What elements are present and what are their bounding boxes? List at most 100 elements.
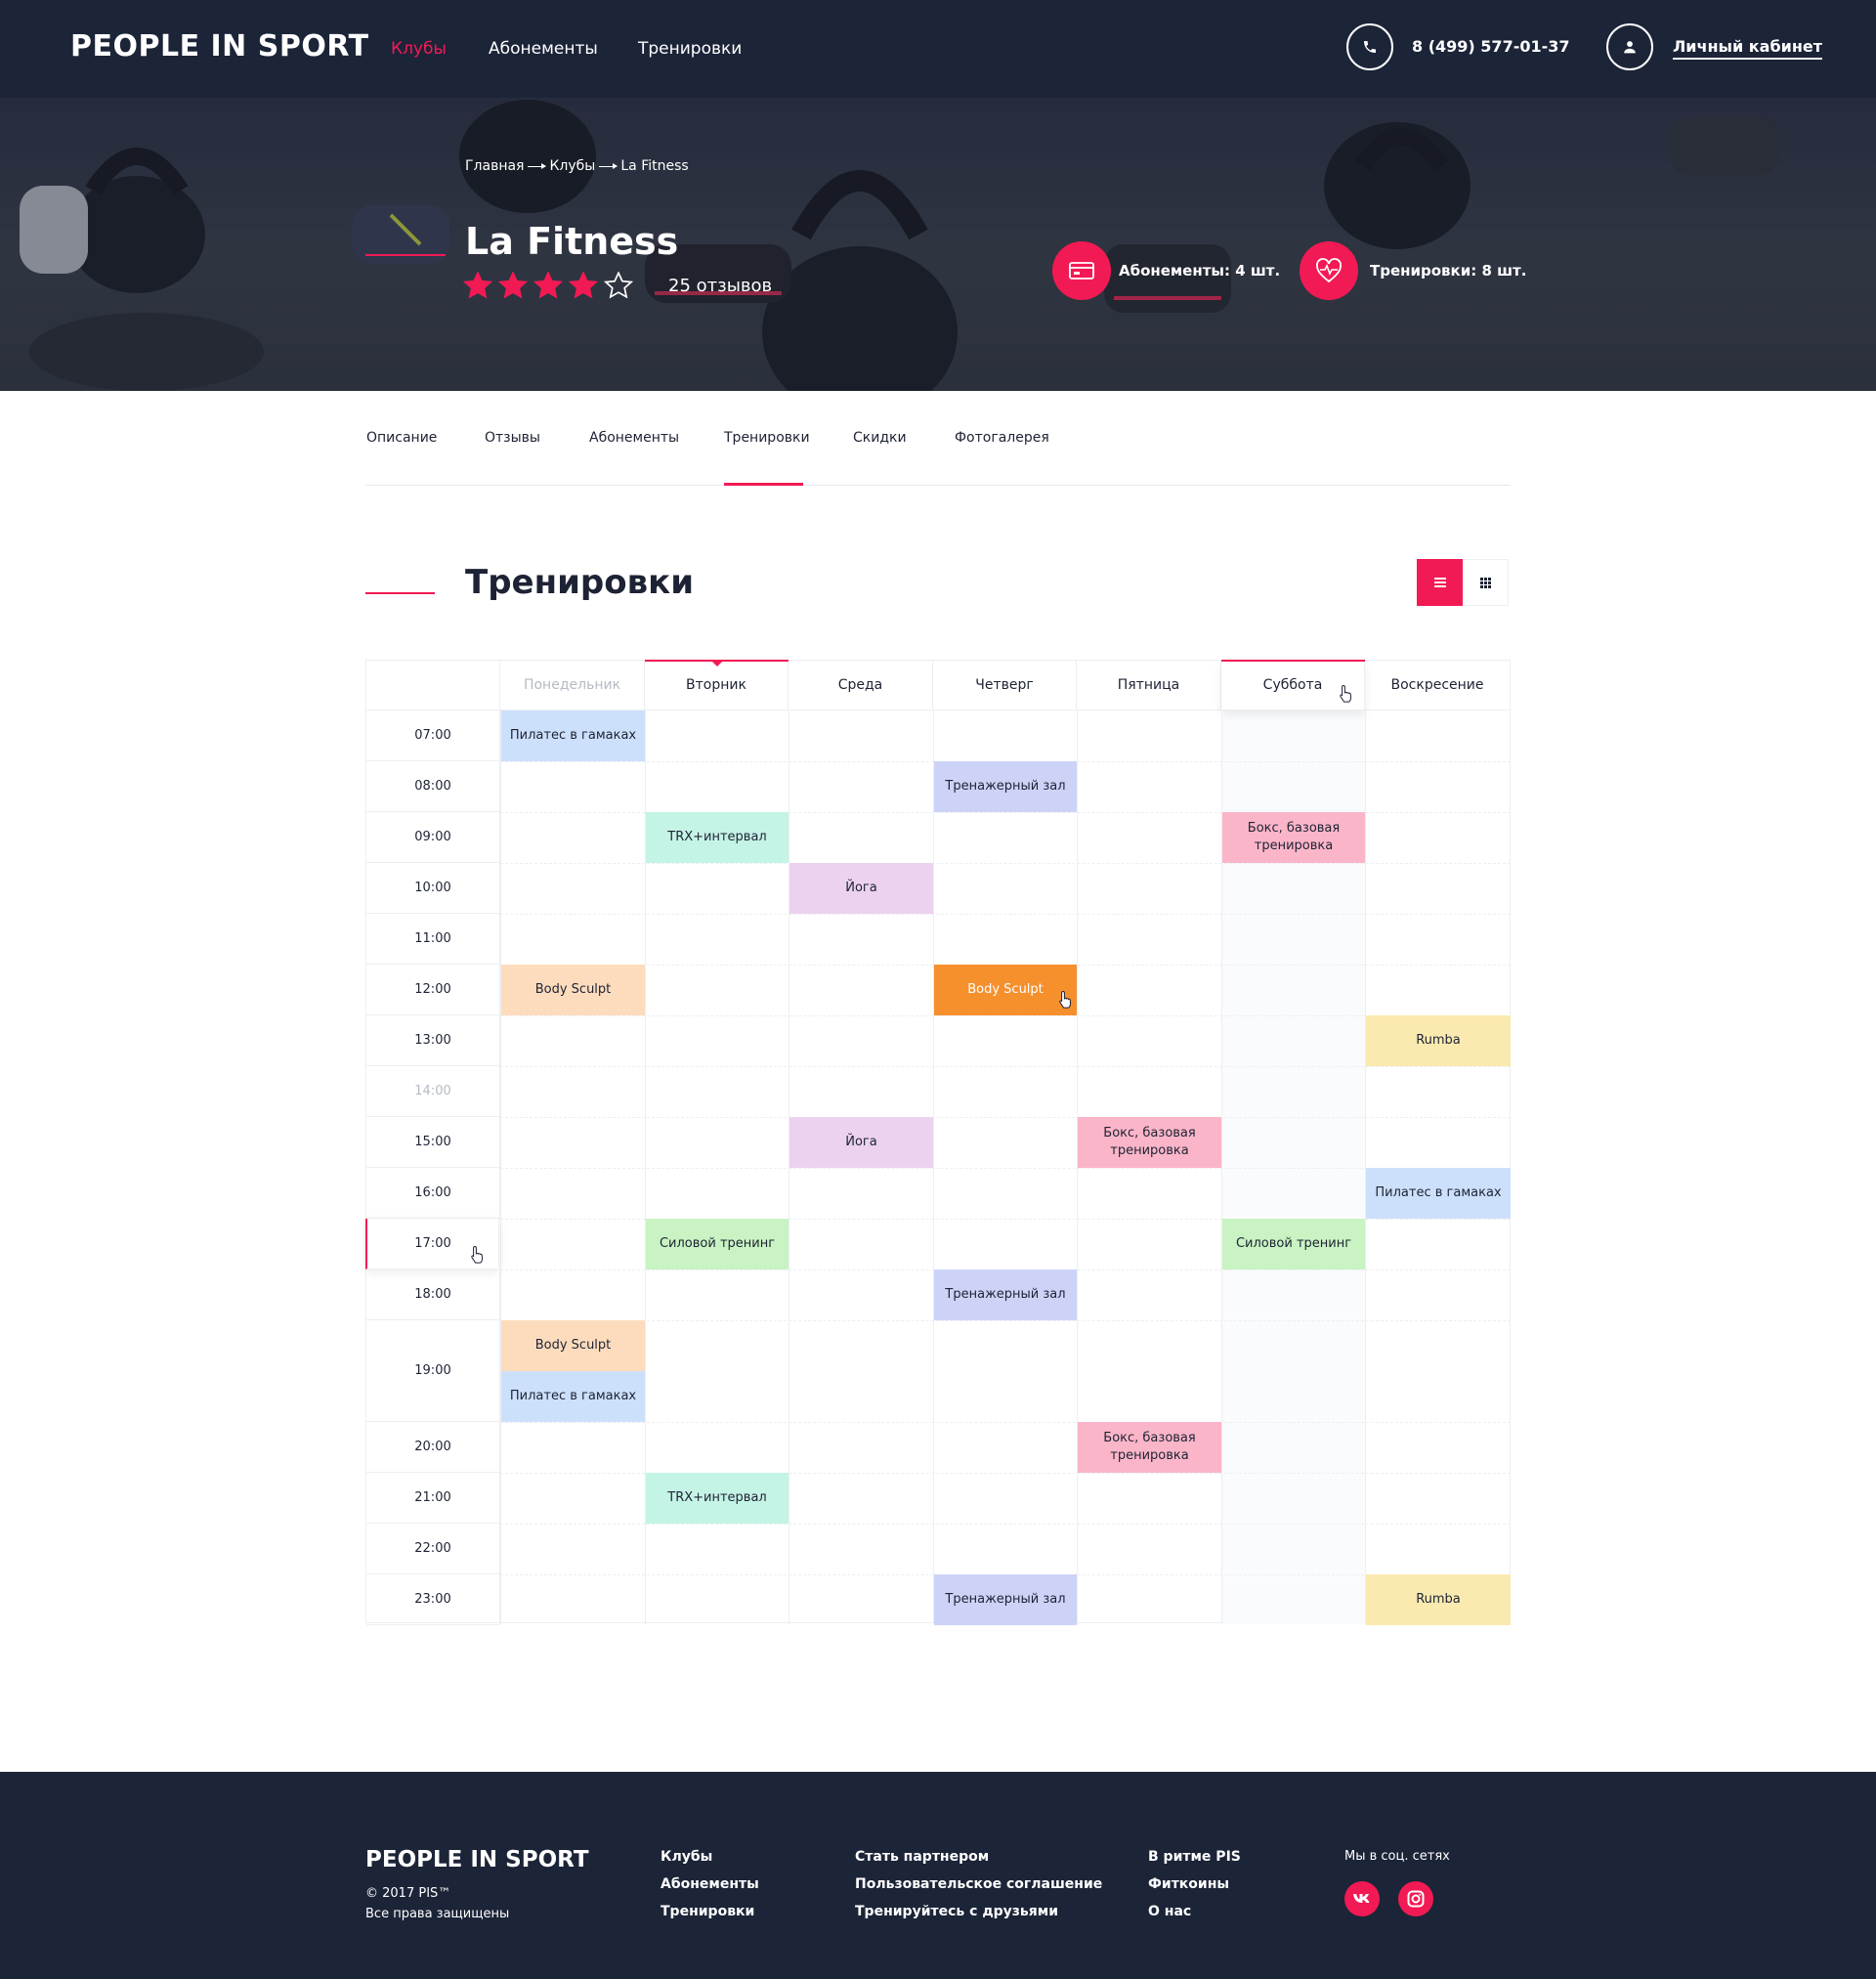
- star-filled-icon: [533, 272, 563, 299]
- time-slot[interactable]: 23:00: [366, 1574, 500, 1625]
- training-event[interactable]: Бокс, базовая тренировка: [1222, 812, 1365, 863]
- breadcrumb-current: La Fitness: [620, 158, 689, 174]
- tab-subscriptions[interactable]: Абонементы: [589, 430, 679, 446]
- grid-view-button[interactable]: [1463, 559, 1509, 606]
- training-event[interactable]: Йога: [789, 1117, 933, 1168]
- hand-cursor-icon: [471, 1245, 484, 1264]
- time-slot[interactable]: 08:00: [366, 761, 500, 812]
- hover-day-indicator: [1221, 660, 1365, 662]
- footer-link-clubs[interactable]: Клубы: [661, 1849, 712, 1865]
- day-header[interactable]: Понедельник: [500, 661, 645, 710]
- heart-pulse-icon: [1300, 241, 1358, 300]
- time-slot[interactable]: 21:00: [366, 1473, 500, 1524]
- nav-trainings[interactable]: Тренировки: [638, 39, 742, 59]
- breadcrumb-clubs[interactable]: Клубы: [549, 158, 595, 174]
- footer-link-trainings[interactable]: Тренировки: [661, 1904, 754, 1919]
- schedule-grid: Понедельник Вторник Среда Четверг Пятница Суб…: [365, 660, 1511, 1625]
- training-event[interactable]: Пилатес в гамаках: [501, 1371, 645, 1422]
- title-accent-line: [365, 254, 446, 256]
- list-icon: [1433, 578, 1446, 587]
- time-slot[interactable]: 18:00: [366, 1269, 500, 1320]
- footer-link-friends[interactable]: Тренируйтесь с друзьями: [855, 1904, 1058, 1919]
- row-divider: [500, 914, 1511, 915]
- training-event[interactable]: Тренажерный зал: [934, 1574, 1077, 1625]
- breadcrumb-home[interactable]: Главная: [465, 158, 524, 174]
- footer-link-agreement[interactable]: Пользовательское соглашение: [855, 1876, 1102, 1892]
- site-logo[interactable]: PEOPLE IN SPORT: [70, 29, 369, 64]
- training-event[interactable]: Бокс, базовая тренировка: [1078, 1422, 1221, 1473]
- section-accent-line: [365, 592, 435, 594]
- time-slot[interactable]: 10:00: [366, 863, 500, 914]
- footer: PEOPLE IN SPORT © 2017 PIS™ Все права за…: [0, 1772, 1876, 1979]
- user-icon[interactable]: [1606, 23, 1653, 70]
- training-event[interactable]: TRX+интервал: [646, 1473, 789, 1524]
- footer-link-partner[interactable]: Стать партнером: [855, 1849, 989, 1865]
- training-event[interactable]: Rumba: [1366, 1015, 1511, 1066]
- row-divider: [500, 1015, 1511, 1016]
- caret-down-icon: [711, 662, 722, 667]
- arrow-right-icon: [528, 162, 547, 169]
- row-divider: [500, 1168, 1511, 1169]
- cabinet-link[interactable]: Личный кабинет: [1673, 37, 1823, 60]
- training-event[interactable]: Rumba: [1366, 1574, 1511, 1625]
- time-slot[interactable]: 16:00: [366, 1168, 500, 1219]
- time-slot[interactable]: 12:00: [366, 965, 500, 1015]
- time-slot[interactable]: 11:00: [366, 914, 500, 965]
- tab-trainings[interactable]: Тренировки: [724, 430, 810, 446]
- phone-number[interactable]: 8 (499) 577-01-37: [1412, 37, 1570, 56]
- day-header[interactable]: Среда: [789, 661, 933, 710]
- training-event[interactable]: Body Sculpt: [501, 965, 645, 1015]
- phone-icon[interactable]: [1346, 23, 1393, 70]
- row-divider: [500, 1422, 1511, 1423]
- day-header[interactable]: Вторник: [645, 661, 789, 710]
- training-event[interactable]: Тренажерный зал: [934, 761, 1077, 812]
- hero-banner: Главная Клубы La Fitness La Fitness 25 отз…: [0, 98, 1876, 391]
- time-slot[interactable]: 19:00: [366, 1320, 500, 1422]
- list-view-button[interactable]: [1417, 559, 1463, 606]
- tab-reviews[interactable]: Отзывы: [485, 430, 540, 446]
- footer-link-subscriptions[interactable]: Абонементы: [661, 1876, 759, 1892]
- training-event[interactable]: TRX+интервал: [646, 812, 789, 863]
- hand-cursor-icon: [1059, 990, 1072, 1009]
- time-slot[interactable]: 22:00: [366, 1524, 500, 1574]
- reviews-count[interactable]: 25 отзывов: [668, 276, 772, 296]
- footer-link-rhythm[interactable]: В ритме PIS: [1148, 1849, 1241, 1865]
- time-slot[interactable]: 13:00: [366, 1015, 500, 1066]
- row-divider: [500, 1066, 1511, 1067]
- tab-gallery[interactable]: Фотогалерея: [955, 430, 1049, 446]
- time-slot[interactable]: 15:00: [366, 1117, 500, 1168]
- time-slot[interactable]: 14:00: [366, 1066, 500, 1117]
- time-slot[interactable]: 09:00: [366, 812, 500, 863]
- row-divider: [500, 1320, 1511, 1321]
- training-event[interactable]: Силовой тренинг: [1222, 1219, 1365, 1269]
- training-event[interactable]: Body Sculpt: [501, 1320, 645, 1371]
- time-slot[interactable]: 07:00: [366, 710, 500, 761]
- footer-logo[interactable]: PEOPLE IN SPORT: [365, 1847, 589, 1872]
- tab-description[interactable]: Описание: [366, 430, 437, 446]
- training-event[interactable]: Бокс, базовая тренировка: [1078, 1117, 1221, 1168]
- training-event[interactable]: Йога: [789, 863, 933, 914]
- training-event[interactable]: Body Sculpt: [934, 965, 1077, 1015]
- club-tabs: Описание Отзывы Абонементы Тренировки Ск…: [365, 391, 1511, 486]
- active-tab-indicator: [724, 483, 803, 486]
- vk-icon[interactable]: [1344, 1881, 1380, 1916]
- footer-link-about[interactable]: О нас: [1148, 1904, 1191, 1919]
- day-header[interactable]: Воскресение: [1365, 661, 1511, 710]
- nav-clubs[interactable]: Клубы: [391, 39, 447, 59]
- day-header[interactable]: Пятница: [1077, 661, 1221, 710]
- star-filled-icon: [569, 272, 598, 299]
- trainings-count: Тренировки: 8 шт.: [1370, 262, 1527, 280]
- instagram-icon[interactable]: [1398, 1881, 1433, 1916]
- day-header[interactable]: Четверг: [933, 661, 1077, 710]
- row-divider: [500, 863, 1511, 864]
- time-slot[interactable]: 20:00: [366, 1422, 500, 1473]
- training-event[interactable]: Пилатес в гамаках: [1366, 1168, 1511, 1219]
- footer-link-fitcoins[interactable]: Фиткоины: [1148, 1876, 1229, 1892]
- training-event[interactable]: Силовой тренинг: [646, 1219, 789, 1269]
- nav-subscriptions[interactable]: Абонементы: [489, 39, 598, 59]
- tab-discounts[interactable]: Скидки: [853, 430, 907, 446]
- star-filled-icon: [498, 272, 528, 299]
- training-event[interactable]: Пилатес в гамаках: [501, 710, 645, 761]
- subscriptions-count: Абонементы: 4 шт.: [1119, 262, 1281, 280]
- training-event[interactable]: Тренажерный зал: [934, 1269, 1077, 1320]
